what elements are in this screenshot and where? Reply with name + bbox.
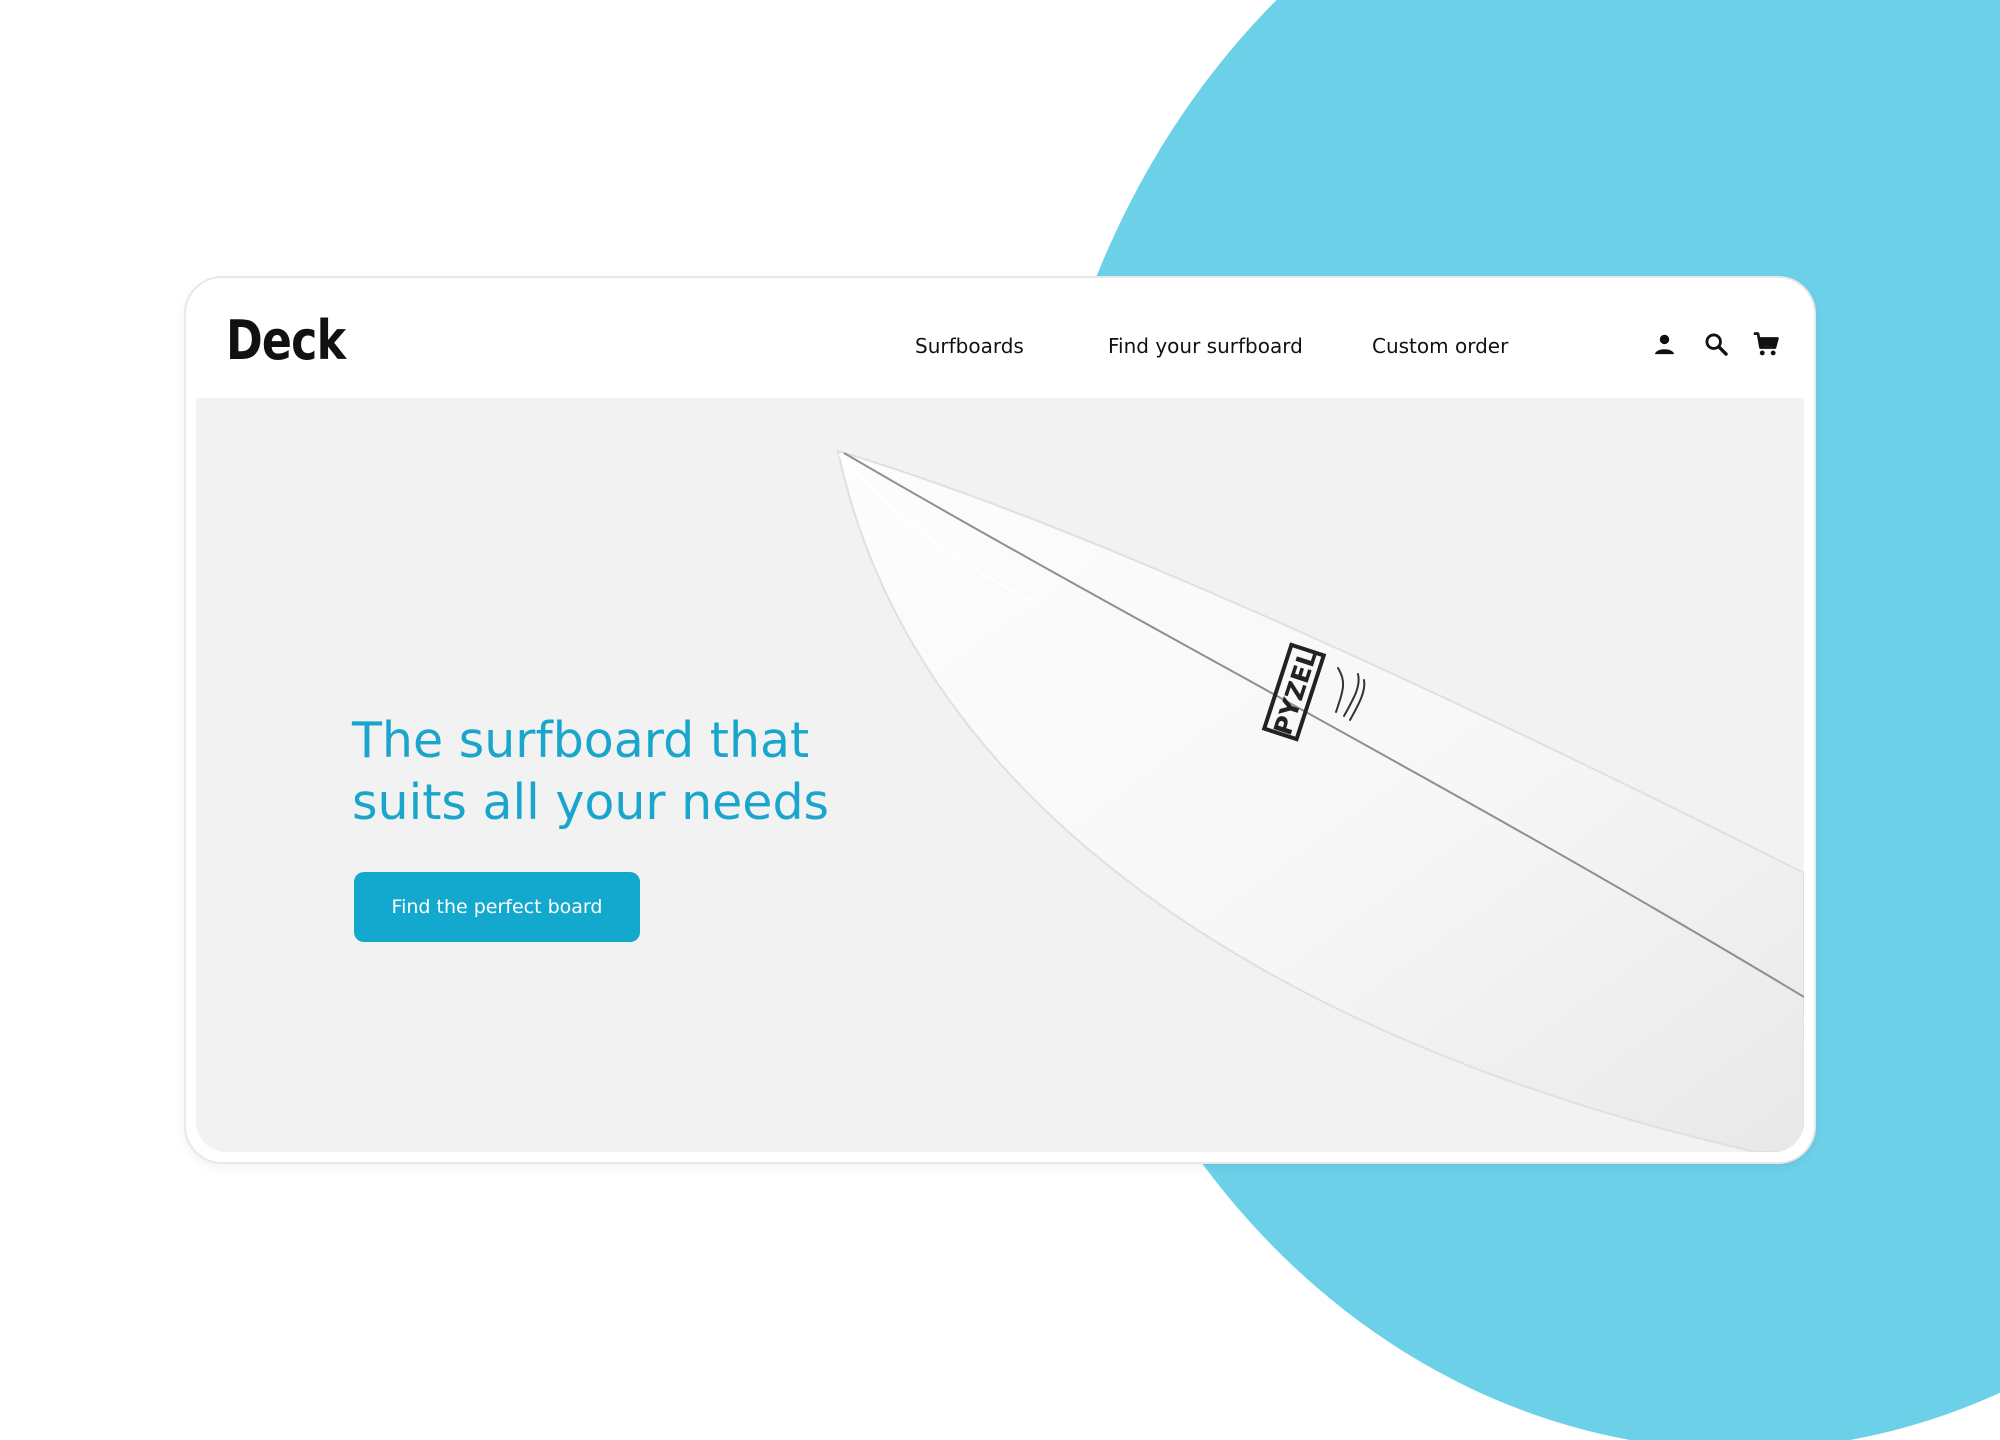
page: Deck Surfboards Find your surfboard Cust… [0,0,2000,1440]
nav-link-find-your-surfboard[interactable]: Find your surfboard [1108,334,1303,358]
hero-heading-line-2: suits all your needs [352,774,830,831]
brand-logo[interactable]: Deck [226,309,346,372]
cart-icon [1753,331,1779,355]
nav-link-custom-order[interactable]: Custom order [1372,334,1508,358]
hero-heading-line-1: The surfboard that [352,712,810,769]
find-perfect-board-button[interactable]: Find the perfect board [354,872,640,942]
account-button[interactable] [1646,326,1682,362]
user-icon [1654,334,1674,354]
search-button[interactable] [1698,326,1734,362]
cart-button[interactable] [1748,326,1784,362]
top-navigation-bar: Deck Surfboards Find your surfboard Cust… [186,278,1814,398]
nav-link-surfboards[interactable]: Surfboards [915,334,1024,358]
hero-heading: The surfboard that suits all your needs [352,710,912,834]
search-icon [1705,333,1728,356]
website-preview-card: Deck Surfboards Find your surfboard Cust… [184,276,1816,1164]
hero-section: PYZEL The surfboard that suits all your … [196,398,1804,1152]
